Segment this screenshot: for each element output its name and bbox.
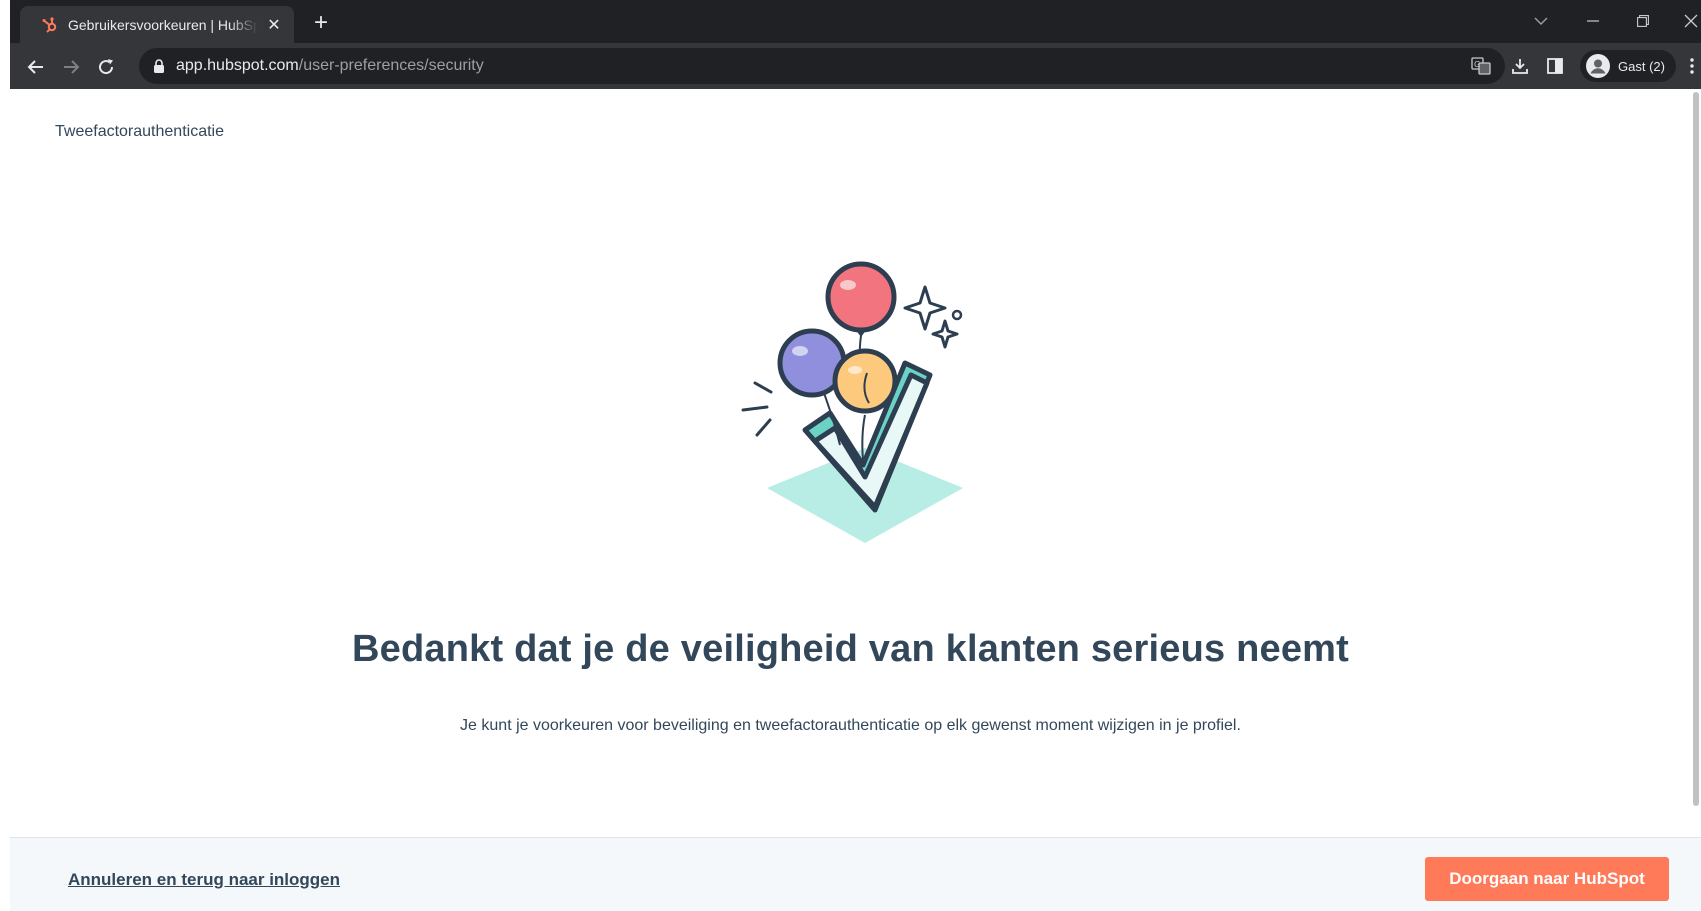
minimize-icon[interactable] (1570, 8, 1616, 34)
url-domain: app.hubspot.com (176, 57, 299, 74)
url-text: app.hubspot.com/user-preferences/securit… (176, 57, 484, 75)
back-arrow-icon[interactable] (22, 53, 50, 81)
download-icon[interactable] (1507, 53, 1533, 79)
balloons-checkmark-icon (735, 255, 975, 555)
active-tab[interactable]: Gebruikersvoorkeuren | HubSpot ✕ (20, 6, 294, 43)
profile-name: Gast (2) (1618, 58, 1665, 74)
url-path: /user-preferences/security (298, 57, 484, 74)
translate-icon[interactable]: G (1471, 56, 1491, 76)
cancel-back-to-login-link[interactable]: Annuleren en terug naar inloggen (68, 870, 340, 890)
page-left-gutter (0, 0, 10, 911)
reload-icon[interactable] (92, 53, 120, 81)
continue-to-hubspot-button[interactable]: Doorgaan naar HubSpot (1425, 857, 1669, 901)
hubspot-sprocket-icon (41, 16, 59, 34)
restore-icon[interactable] (1620, 8, 1666, 34)
footer-bar: Annuleren en terug naar inloggen Doorgaa… (10, 837, 1701, 911)
lock-icon (153, 58, 167, 74)
profile-avatar-icon (1586, 54, 1610, 78)
address-bar[interactable]: app.hubspot.com/user-preferences/securit… (139, 48, 1505, 84)
close-window-icon[interactable] (1668, 8, 1701, 34)
profile-button[interactable]: Gast (2) (1580, 50, 1676, 82)
forward-arrow-icon[interactable] (57, 53, 85, 81)
page-scrollbar[interactable] (1693, 92, 1699, 806)
side-panel-icon[interactable] (1542, 53, 1568, 79)
page-title: Tweefactorauthenticatie (55, 123, 224, 140)
new-tab-button[interactable]: + (308, 10, 334, 36)
tab-title: Gebruikersvoorkeuren | HubSpot (68, 16, 258, 33)
browser-toolbar: app.hubspot.com/user-preferences/securit… (10, 43, 1701, 89)
tab-search-chevron-icon[interactable] (1518, 8, 1564, 34)
tab-strip: Gebruikersvoorkeuren | HubSpot ✕ + (10, 0, 1701, 43)
more-menu-icon[interactable] (1685, 53, 1699, 79)
tab-close-icon[interactable]: ✕ (264, 15, 284, 35)
page-subtext: Je kunt je voorkeuren voor beveiliging e… (460, 717, 1241, 734)
svg-text:G: G (1474, 60, 1480, 69)
page-heading: Bedankt dat je de veiligheid van klanten… (351, 628, 1350, 670)
